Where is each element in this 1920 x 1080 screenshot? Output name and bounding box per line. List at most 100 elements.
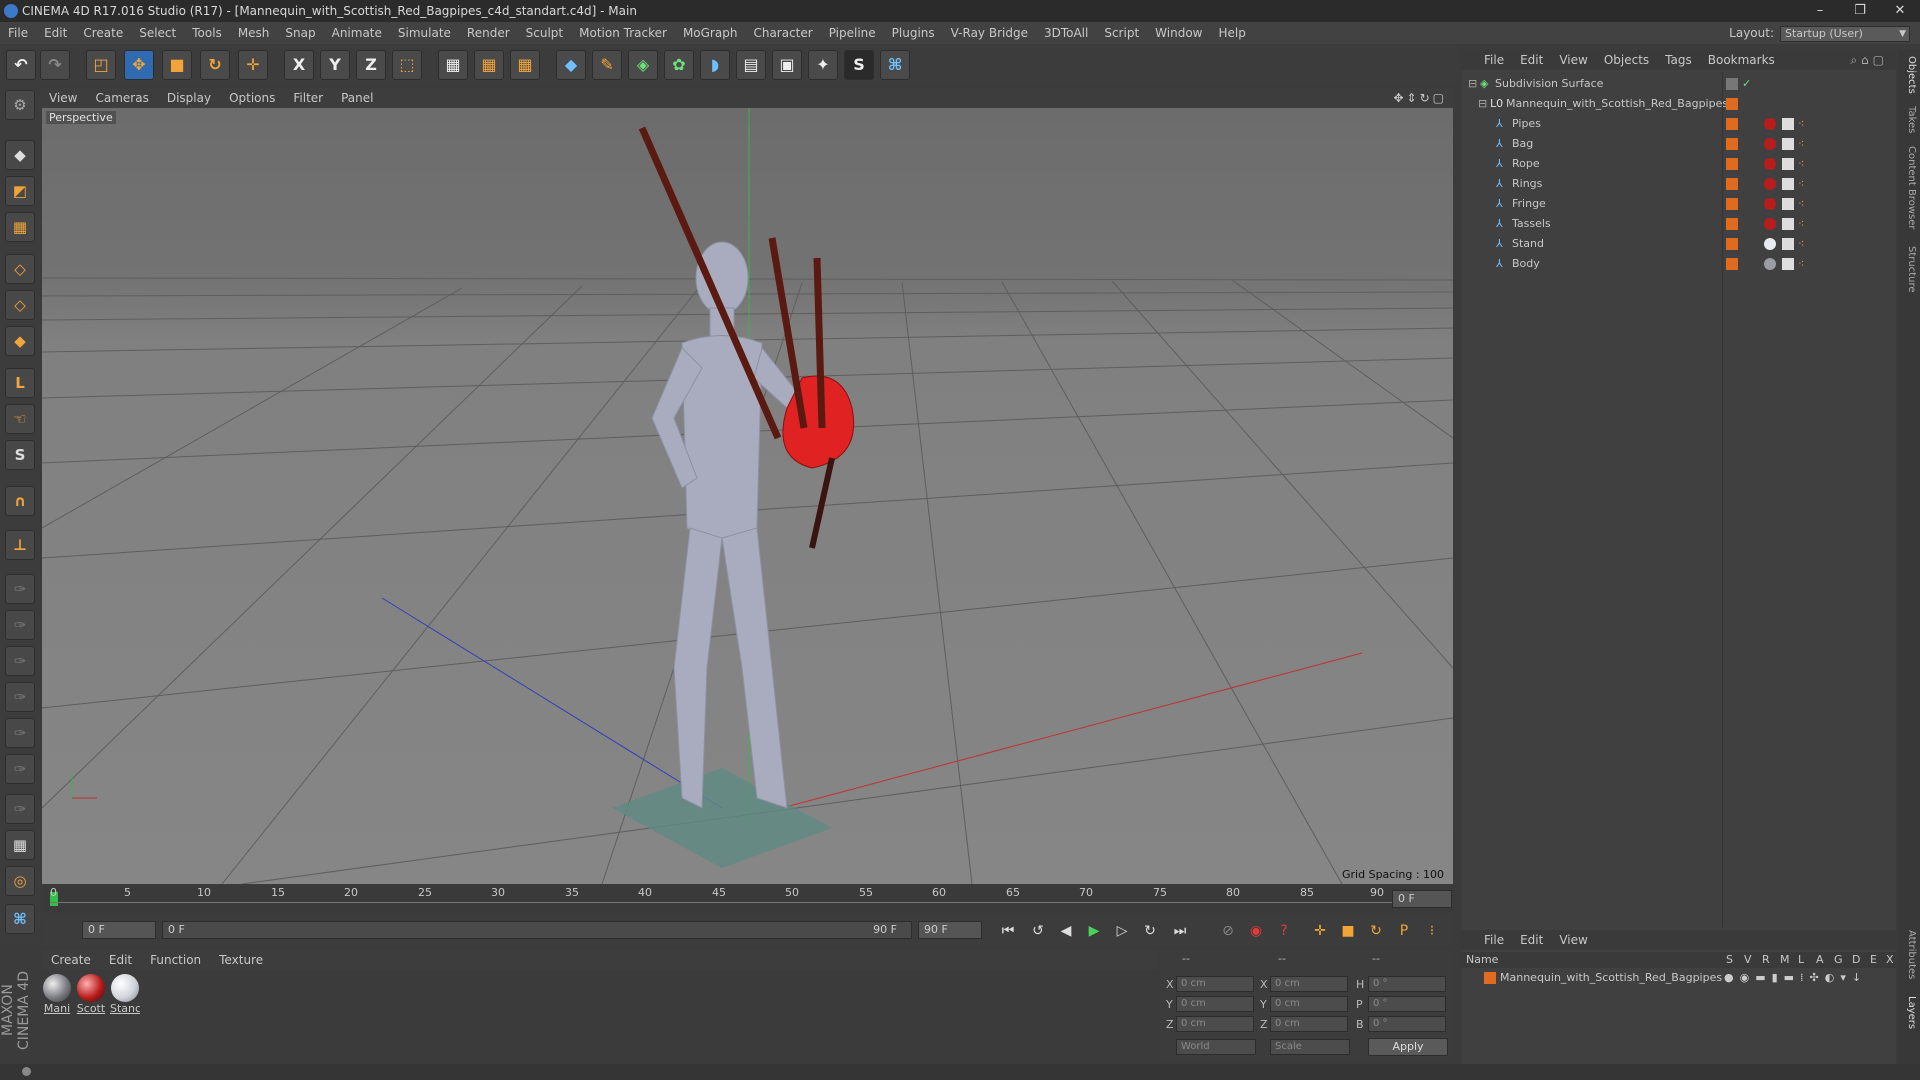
tab-takes[interactable]: Takes xyxy=(1901,106,1917,133)
material-swatch[interactable]: Stanc xyxy=(110,974,140,1015)
menu-vray-bridge[interactable]: V-Ray Bridge xyxy=(943,22,1036,44)
subdivision-surface-icon[interactable]: ◈ xyxy=(628,50,658,80)
redo-icon[interactable]: ↷ xyxy=(40,50,70,80)
cube-object-icon[interactable]: ◆ xyxy=(556,50,586,80)
material-menu-create[interactable]: Create xyxy=(42,950,100,970)
menu-plugins[interactable]: Plugins xyxy=(884,22,943,44)
menu-motion-tracker[interactable]: Motion Tracker xyxy=(571,22,675,44)
sculpt-smooth-icon[interactable]: ✑ xyxy=(5,682,35,712)
layers-menu-view[interactable]: View xyxy=(1551,930,1595,950)
phong-tag-icon[interactable]: ⁖ xyxy=(1798,214,1804,234)
rotation-p-field[interactable]: 0 ° xyxy=(1368,996,1446,1012)
texture-tag-icon[interactable] xyxy=(1782,178,1794,190)
menu-file[interactable]: File xyxy=(0,22,36,44)
texture-tag-icon[interactable] xyxy=(1782,218,1794,230)
camera-icon[interactable]: ▣ xyxy=(772,50,802,80)
menu-sculpt[interactable]: Sculpt xyxy=(518,22,571,44)
material-tag-icon[interactable] xyxy=(1764,238,1776,250)
deformer-icon[interactable]: ◗ xyxy=(700,50,730,80)
keyframe-selection-icon[interactable]: ? xyxy=(1273,920,1295,942)
scale-tool-icon[interactable]: ■ xyxy=(162,50,192,80)
record-keys-icon[interactable]: ⊘ xyxy=(1217,920,1239,942)
phong-tag-icon[interactable]: ⁖ xyxy=(1798,114,1804,134)
go-to-end-icon[interactable]: ⏭ xyxy=(1169,920,1191,942)
tab-structure[interactable]: Structure xyxy=(1901,246,1917,293)
menu-help[interactable]: Help xyxy=(1210,22,1253,44)
menu-mograph[interactable]: MoGraph xyxy=(675,22,746,44)
position-x-field[interactable]: 0 cm xyxy=(1176,976,1254,992)
rotation-h-field[interactable]: 0 ° xyxy=(1368,976,1446,992)
layer-row[interactable]: Mannequin_with_Scottish_Red_Bagpipes ●◉▬… xyxy=(1462,968,1896,988)
key-pla-icon[interactable]: ⁝ xyxy=(1421,920,1443,942)
phong-tag-icon[interactable]: ⁖ xyxy=(1798,174,1804,194)
render-settings-icon[interactable]: ▦ xyxy=(510,50,540,80)
expand-icon[interactable]: ⊟ xyxy=(1468,74,1477,94)
menu-window[interactable]: Window xyxy=(1147,22,1210,44)
object-row[interactable]: ⅄ Bag ⁖ xyxy=(1462,134,1896,154)
texture-tag-icon[interactable] xyxy=(1782,198,1794,210)
layers-menu-file[interactable]: File xyxy=(1462,930,1512,950)
previous-key-icon[interactable]: ↺ xyxy=(1027,920,1049,942)
size-x-field[interactable]: 0 cm xyxy=(1270,976,1348,992)
coordinate-system-icon[interactable]: ⬚ xyxy=(392,50,422,80)
y-axis-lock-button[interactable]: Y xyxy=(320,50,350,80)
tab-content-browser[interactable]: Content Browser xyxy=(1901,146,1917,229)
object-row[interactable]: ⅄ Stand ⁖ xyxy=(1462,234,1896,254)
size-y-field[interactable]: 0 cm xyxy=(1270,996,1348,1012)
floor-object-icon[interactable]: ▤ xyxy=(736,50,766,80)
sculpt-inflate-icon[interactable]: ✑ xyxy=(5,718,35,748)
object-row[interactable]: ⅄ Rings ⁖ xyxy=(1462,174,1896,194)
material-tag-icon[interactable] xyxy=(1764,258,1776,270)
menu-create[interactable]: Create xyxy=(75,22,131,44)
coordinate-space-dropdown[interactable]: World xyxy=(1176,1039,1256,1055)
viewport-menu-display[interactable]: Display xyxy=(158,88,220,108)
workplane-axis-icon[interactable]: ⊥ xyxy=(5,530,35,560)
solo-mode-icon[interactable]: S xyxy=(5,440,35,470)
object-row[interactable]: ⅄ Body ⁖ xyxy=(1462,254,1896,274)
layer-toggle-icons[interactable]: ●◉▬▮▬⁞✣◐▾↓ xyxy=(1724,968,1867,988)
material-tag-icon[interactable] xyxy=(1764,118,1776,130)
polygons-mode-icon[interactable]: ◆ xyxy=(5,326,35,356)
go-to-start-icon[interactable]: ⏮ xyxy=(997,920,1019,942)
tab-objects[interactable]: Objects xyxy=(1901,56,1917,94)
size-mode-dropdown[interactable]: Scale xyxy=(1270,1039,1350,1055)
objects-menu-bookmarks[interactable]: Bookmarks xyxy=(1700,50,1783,70)
minimize-button[interactable]: – xyxy=(1800,0,1840,22)
rotate-tool-icon[interactable]: ↻ xyxy=(200,50,230,80)
tab-layers[interactable]: Layers xyxy=(1901,996,1917,1029)
texture-tag-icon[interactable] xyxy=(1782,238,1794,250)
objects-menu-tags[interactable]: Tags xyxy=(1657,50,1700,70)
objects-menu-file[interactable]: File xyxy=(1462,50,1512,70)
search-icon[interactable]: ⌕⌂▢ xyxy=(1850,50,1888,70)
grid-snap-icon[interactable]: ▦ xyxy=(5,830,35,860)
layers-menu-edit[interactable]: Edit xyxy=(1512,930,1551,950)
texture-tag-icon[interactable] xyxy=(1782,158,1794,170)
sculpt-brush-icon[interactable]: ✑ xyxy=(5,574,35,604)
render-picture-viewer-icon[interactable]: ▦ xyxy=(474,50,504,80)
close-button[interactable]: ✕ xyxy=(1880,0,1920,22)
menu-simulate[interactable]: Simulate xyxy=(390,22,459,44)
menu-tools[interactable]: Tools xyxy=(184,22,230,44)
position-y-field[interactable]: 0 cm xyxy=(1176,996,1254,1012)
position-z-field[interactable]: 0 cm xyxy=(1176,1016,1254,1032)
objects-menu-objects[interactable]: Objects xyxy=(1596,50,1657,70)
tweak-mode-icon[interactable]: ☜ xyxy=(5,404,35,434)
phong-tag-icon[interactable]: ⁖ xyxy=(1798,134,1804,154)
menu-pipeline[interactable]: Pipeline xyxy=(821,22,884,44)
texture-tag-icon[interactable] xyxy=(1782,138,1794,150)
object-row[interactable]: ⅄ Fringe ⁖ xyxy=(1462,194,1896,214)
menu-script[interactable]: Script xyxy=(1096,22,1147,44)
menu-edit[interactable]: Edit xyxy=(36,22,75,44)
z-axis-lock-button[interactable]: Z xyxy=(356,50,386,80)
previous-frame-icon[interactable]: ◀ xyxy=(1055,920,1077,942)
magnet-icon[interactable]: ◎ xyxy=(5,866,35,896)
viewport-menu-options[interactable]: Options xyxy=(220,88,284,108)
undo-icon[interactable]: ↶ xyxy=(6,50,36,80)
objects-menu-edit[interactable]: Edit xyxy=(1512,50,1551,70)
start-frame-field[interactable]: 0 F xyxy=(82,921,156,939)
material-tag-icon[interactable] xyxy=(1764,158,1776,170)
snapping-icon[interactable]: ∩ xyxy=(5,486,35,516)
render-view-icon[interactable]: ▦ xyxy=(438,50,468,80)
key-parameter-icon[interactable]: P xyxy=(1393,920,1415,942)
objects-menu-view[interactable]: View xyxy=(1551,50,1595,70)
